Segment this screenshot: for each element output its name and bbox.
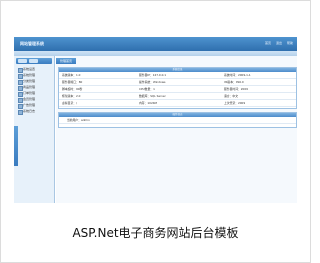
crumb-button[interactable]: 管理首页: [56, 58, 76, 64]
admin-screenshot: 网站管理系统 首页 退出 帮助 系统设置 系统管理 分类管理 商品管理 订单管理…: [14, 37, 297, 203]
home-link[interactable]: 首页: [265, 41, 271, 45]
table-row: 服务器端口：80 操作系统：Windows IIS版本：IIS6.0: [59, 79, 296, 86]
sidebar: 系统设置 系统管理 分类管理 商品管理 订单管理 会员管理 广告管理 系统日志: [14, 56, 55, 203]
menu-tab-2[interactable]: [29, 59, 38, 63]
system-info-panel: 系统信息 系统版本：1.0 服务器IP：127.0.0.1 系统时间：2009-…: [58, 67, 297, 109]
help-link[interactable]: 帮助: [287, 41, 293, 45]
logout-link[interactable]: 退出: [276, 41, 282, 45]
table-row: 脚本超时：90秒 CPU数量：1 服务器时间：2009: [59, 86, 296, 93]
sidebar-item[interactable]: 系统日志: [18, 108, 52, 115]
table-row: 虚拟目录：/ 内存：1024M 上次登录：2009: [59, 100, 296, 107]
collapse-handle[interactable]: [14, 126, 18, 166]
image-caption: ASP.Net电子商务网站后台模板: [72, 226, 239, 240]
site-logo: 网站管理系统: [20, 41, 44, 46]
table-row: 当前用户：admin: [59, 117, 296, 124]
menu-tab-1[interactable]: [18, 59, 27, 63]
log-panel: 操作日志 当前用户：admin: [58, 112, 297, 128]
folder-icon: [18, 109, 23, 115]
menu-list: 系统设置 系统管理 分类管理 商品管理 订单管理 会员管理 广告管理 系统日志: [18, 66, 52, 115]
table-row: 框架版本：2.0 数据库：SQL Server 语言：中文: [59, 93, 296, 100]
top-bar: 网站管理系统 首页 退出 帮助: [14, 37, 297, 51]
menu-header: [16, 58, 52, 64]
table-row: 系统版本：1.0 服务器IP：127.0.0.1 系统时间：2009-1-1: [59, 72, 296, 79]
top-links: 首页 退出 帮助: [261, 41, 293, 45]
main-content: 管理首页 系统信息 系统版本：1.0 服务器IP：127.0.0.1 系统时间：…: [56, 56, 297, 203]
